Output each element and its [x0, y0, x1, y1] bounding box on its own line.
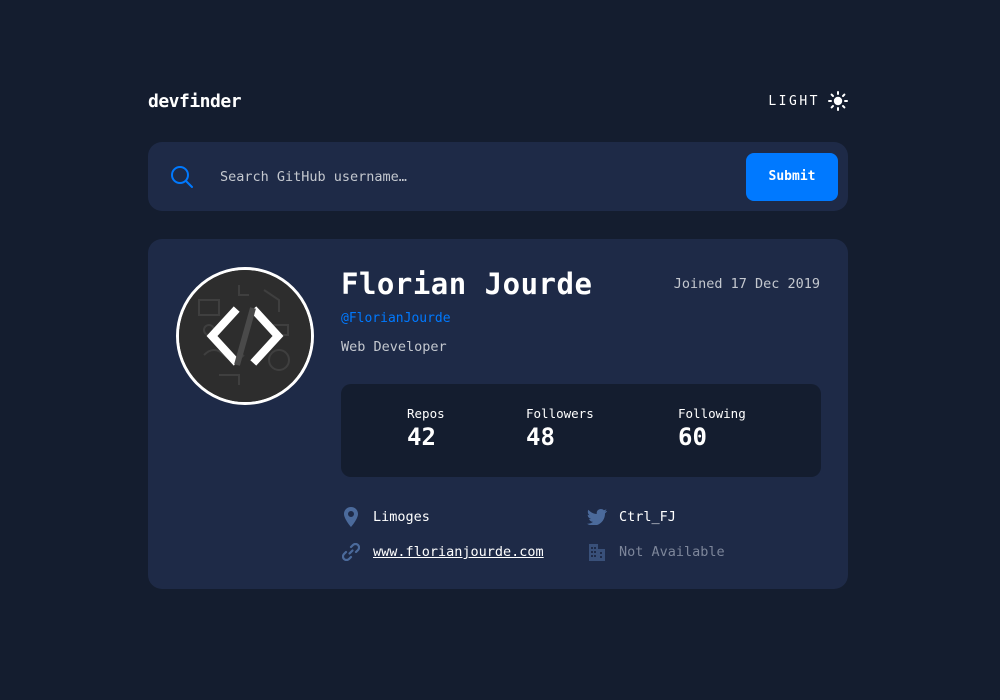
stat-label: Repos	[407, 406, 445, 421]
building-icon	[587, 542, 607, 562]
profile-bio: Web Developer	[341, 339, 447, 355]
submit-button[interactable]: Submit	[746, 152, 838, 201]
stats-panel: Repos 42 Followers 48 Following 60	[341, 384, 821, 477]
theme-label: LIGHT	[768, 93, 820, 109]
website-item: www.florianjourde.com	[341, 542, 544, 562]
location-text: Limoges	[373, 509, 430, 525]
sun-icon	[828, 91, 848, 111]
website-link[interactable]: www.florianjourde.com	[373, 544, 544, 560]
location-item: Limoges	[341, 507, 430, 527]
search-icon	[170, 165, 194, 189]
profile-name: Florian Jourde	[341, 267, 593, 301]
twitter-icon	[587, 507, 607, 527]
header: devfinder LIGHT	[148, 88, 848, 114]
avatar	[176, 267, 314, 405]
company-item: Not Available	[587, 542, 725, 562]
profile-handle[interactable]: @FlorianJourde	[341, 311, 451, 326]
stat-value: 60	[678, 423, 707, 451]
joined-date: Joined 17 Dec 2019	[673, 276, 820, 292]
twitter-text[interactable]: Ctrl_FJ	[619, 509, 676, 525]
stat-value: 48	[526, 423, 555, 451]
profile-card: Florian Jourde Joined 17 Dec 2019 @Flori…	[148, 239, 848, 589]
theme-toggle[interactable]: LIGHT	[768, 91, 848, 111]
stat-followers: Followers 48	[526, 406, 594, 451]
location-pin-icon	[341, 507, 361, 527]
search-bar: Submit	[148, 142, 848, 211]
stat-following: Following 60	[678, 406, 746, 451]
search-input[interactable]	[220, 168, 746, 185]
company-text: Not Available	[619, 544, 725, 560]
logo: devfinder	[148, 90, 242, 112]
twitter-item: Ctrl_FJ	[587, 507, 676, 527]
link-icon	[341, 542, 361, 562]
stat-value: 42	[407, 423, 436, 451]
app-container: devfinder LIGHT Search GitHub username… …	[148, 88, 848, 589]
stat-label: Following	[678, 406, 746, 421]
stat-label: Followers	[526, 406, 594, 421]
stat-repos: Repos 42	[407, 406, 445, 451]
